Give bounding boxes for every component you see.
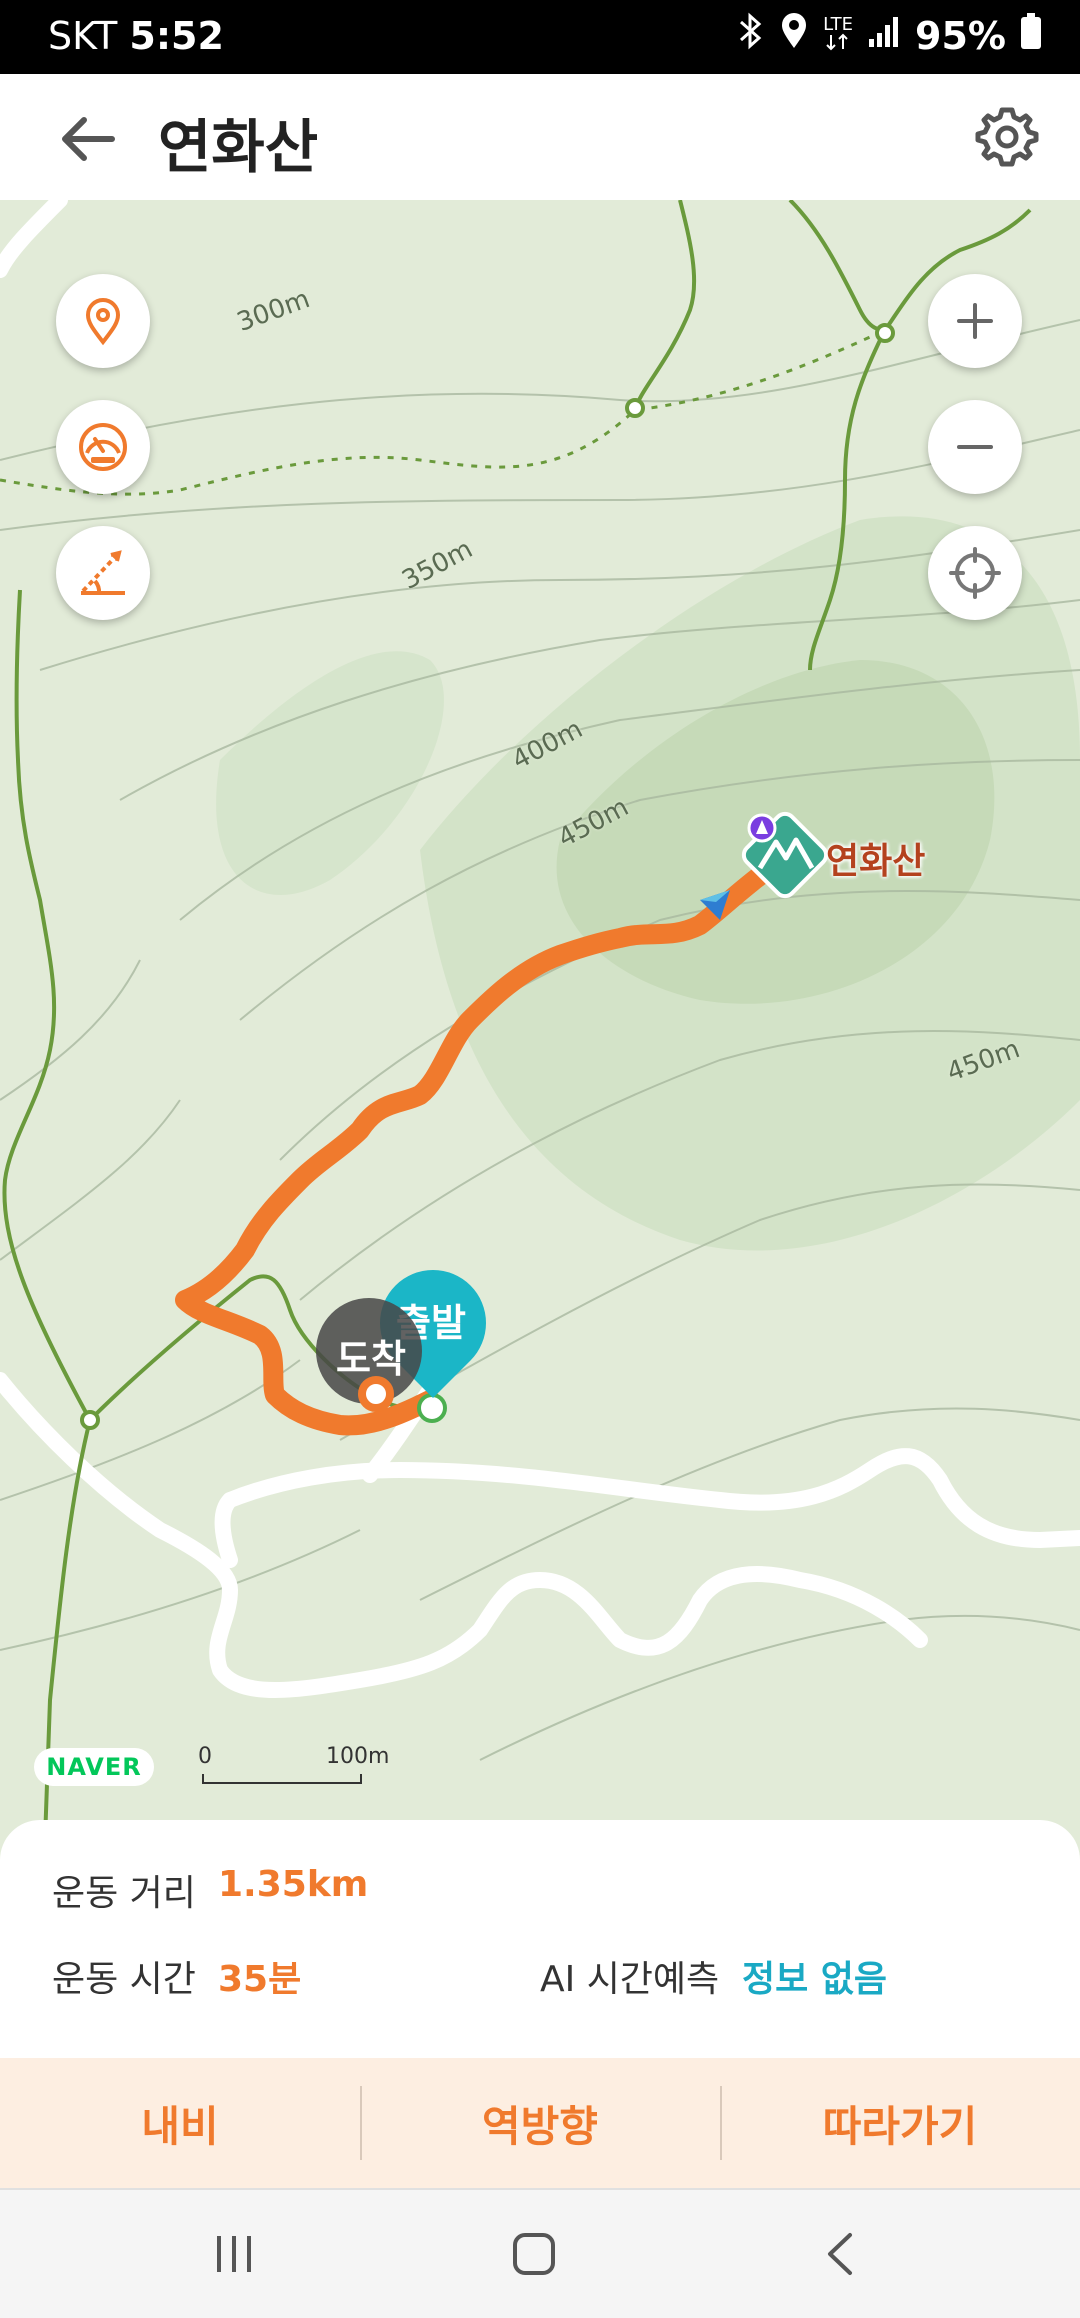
scale-bar: 0 100m — [198, 1744, 389, 1788]
reverse-button[interactable]: 역방향 — [360, 2058, 720, 2188]
speedometer-icon — [79, 423, 127, 471]
system-nav-bar — [0, 2188, 1080, 2318]
gear-icon — [975, 107, 1039, 167]
recent-apps-button[interactable] — [204, 2226, 264, 2282]
bluetooth-icon — [735, 12, 765, 59]
distance-label: 운동 거리 — [52, 1873, 196, 1914]
settings-button[interactable] — [972, 102, 1042, 172]
action-bar: 내비 역방향 따라가기 — [0, 2058, 1080, 2188]
slope-icon — [81, 550, 125, 595]
location-pin-icon — [85, 298, 121, 346]
follow-button[interactable]: 따라가기 — [720, 2058, 1080, 2188]
battery-icon — [1020, 12, 1042, 59]
end-marker-dot — [358, 1376, 394, 1412]
home-button[interactable] — [504, 2226, 564, 2282]
end-marker-label: 도착 — [336, 1337, 406, 1381]
signal-icon — [867, 14, 901, 58]
system-back-button[interactable] — [810, 2226, 870, 2282]
location-icon — [779, 12, 809, 59]
stats-sheet: 운동 거리 1.35km 운동 시간 35분 AI 시간예측 정보 없음 — [0, 1820, 1080, 2060]
navi-button[interactable]: 내비 — [0, 2058, 360, 2188]
time-label: 운동 시간 — [52, 1959, 196, 2000]
carrier: SKT — [48, 14, 118, 58]
scale-start: 0 — [198, 1744, 212, 1769]
scale-end: 100m — [326, 1744, 390, 1769]
crosshair-icon — [949, 547, 1001, 599]
lte-icon: LTE — [823, 14, 853, 54]
page-title: 연화산 — [158, 113, 319, 181]
zoom-out-button[interactable] — [928, 400, 1022, 494]
status-left: SKT 5:52 — [48, 14, 224, 58]
status-bar: SKT 5:52 LTE 95% — [0, 0, 1080, 74]
zoom-in-button[interactable] — [928, 274, 1022, 368]
location-button[interactable] — [56, 274, 150, 368]
naver-logo: NAVER — [34, 1748, 154, 1786]
map-canvas — [0, 200, 1080, 1840]
peak-label[interactable]: 연화산 — [826, 832, 925, 884]
speed-button[interactable] — [56, 400, 150, 494]
my-location-button[interactable] — [928, 526, 1022, 620]
status-right: LTE 95% — [735, 12, 1042, 59]
ai-prediction-value: 정보 없음 — [742, 1959, 888, 2000]
scale-line — [202, 1774, 362, 1784]
time-value: 35분 — [218, 1959, 302, 2000]
zoom-out-icon — [957, 445, 993, 449]
home-icon — [513, 2233, 555, 2275]
back-icon — [828, 2233, 852, 2275]
back-arrow-icon — [62, 117, 115, 161]
zoom-in-icon — [957, 303, 993, 339]
app-header: 연화산 — [0, 74, 1080, 202]
ai-prediction-label: AI 시간예측 — [540, 1959, 720, 2000]
clock: 5:52 — [129, 14, 224, 58]
slope-button[interactable] — [56, 526, 150, 620]
battery-percent: 95% — [915, 13, 1006, 58]
recent-apps-icon — [217, 2236, 251, 2272]
lte-label: LTE — [823, 14, 853, 35]
distance-value: 1.35km — [218, 1864, 369, 1905]
map-view[interactable]: 300m 350m 400m 450m 450m 연화산 출발 도착 NAVER… — [0, 200, 1080, 1840]
back-button[interactable] — [50, 104, 130, 174]
